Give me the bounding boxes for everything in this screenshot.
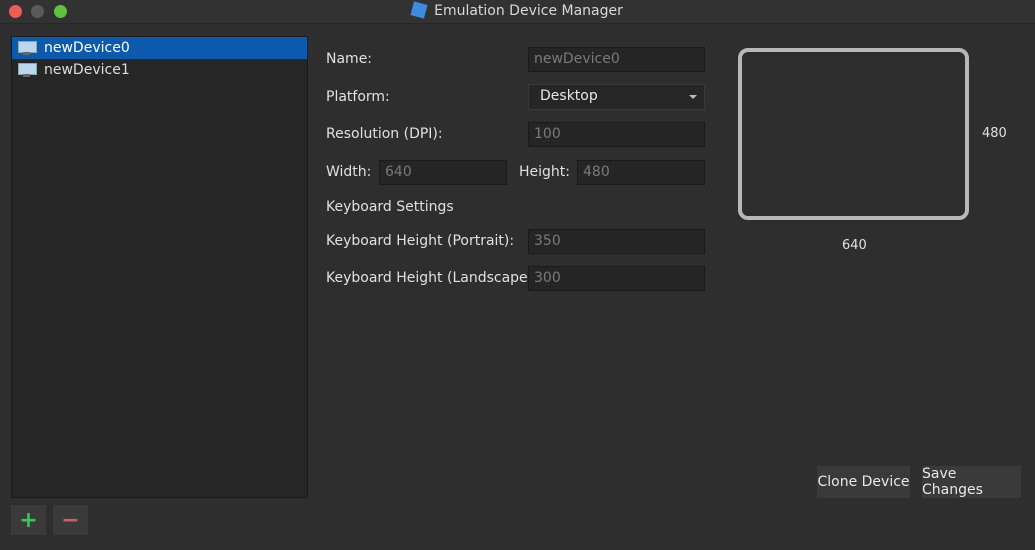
kb-landscape-label: Keyboard Height (Landscape): [326,270,538,286]
monitor-icon [18,40,37,56]
resolution-label: Resolution (DPI): [326,126,443,142]
keyboard-settings-heading: Keyboard Settings [326,199,454,215]
save-changes-button[interactable]: Save Changes [922,466,1021,498]
app-logo-icon [410,1,428,19]
kb-portrait-label: Keyboard Height (Portrait): [326,233,515,249]
device-preview [738,48,969,220]
clone-device-button[interactable]: Clone Device [817,466,910,498]
name-input[interactable]: newDevice0 [528,47,705,72]
window-title-wrap: Emulation Device Manager [0,1,1035,19]
chevron-down-icon [689,95,697,99]
resolution-input[interactable]: 100 [528,122,705,147]
window-title: Emulation Device Manager [434,3,623,19]
remove-device-button[interactable]: − [53,505,88,535]
device-list-item[interactable]: newDevice1 [12,59,307,81]
title-bar: Emulation Device Manager [0,0,1035,24]
name-label: Name: [326,51,373,67]
height-label: Height: [519,164,570,180]
height-input[interactable]: 480 [577,160,705,185]
width-label: Width: [326,164,372,180]
kb-portrait-input[interactable]: 350 [528,229,705,254]
preview-width: 640 [842,238,867,253]
preview-height: 480 [982,126,1007,141]
device-label: newDevice0 [44,40,130,56]
monitor-icon [18,62,37,78]
device-list[interactable]: newDevice0 newDevice1 [11,36,308,498]
platform-label: Platform: [326,89,390,105]
device-list-item[interactable]: newDevice0 [12,37,307,59]
add-device-button[interactable]: + [11,505,46,535]
width-input[interactable]: 640 [379,160,507,185]
device-label: newDevice1 [44,62,130,78]
platform-value: Desktop [540,88,598,104]
platform-select[interactable]: Desktop [528,84,705,110]
kb-landscape-input[interactable]: 300 [528,266,705,291]
